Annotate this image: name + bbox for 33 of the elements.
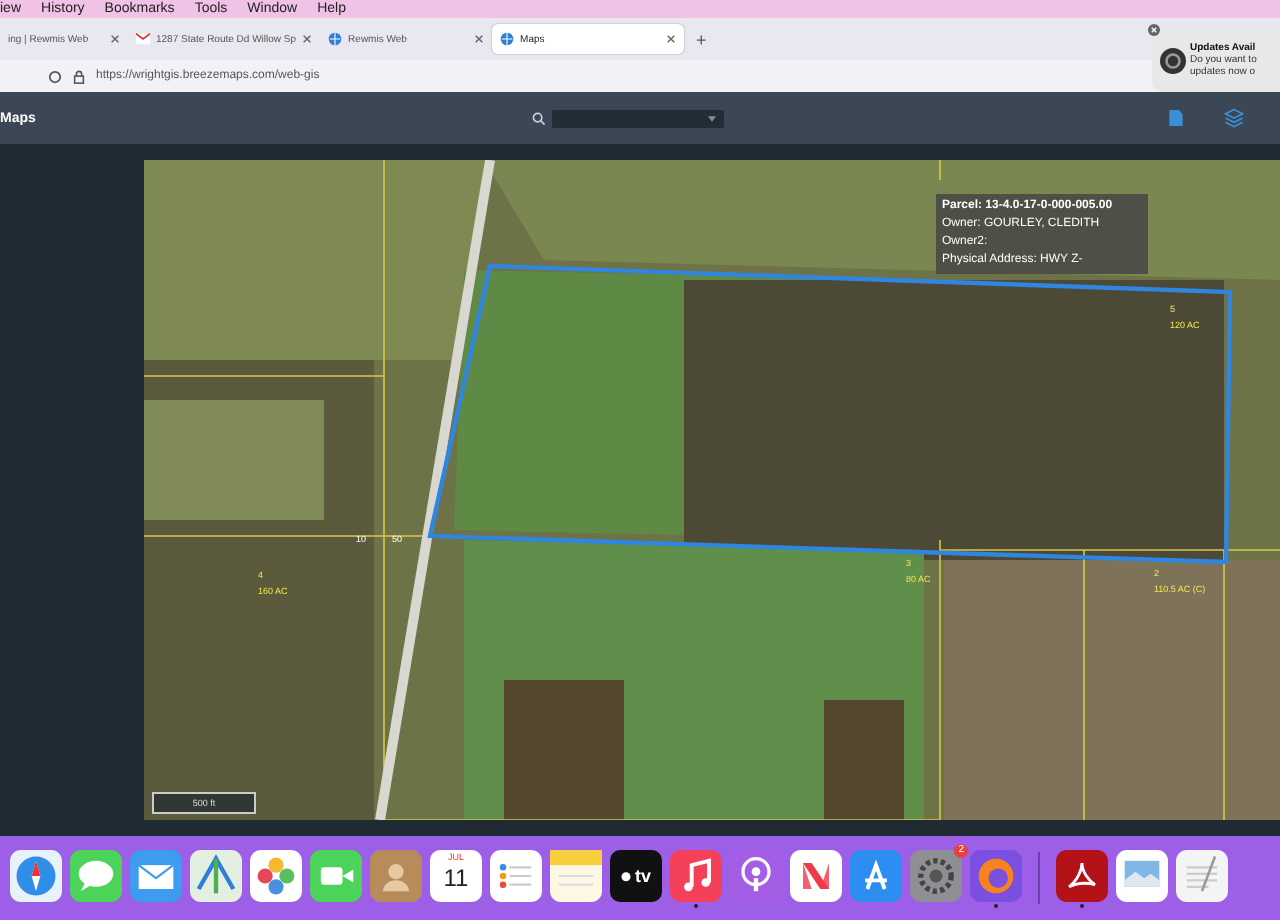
text-page-icon[interactable] xyxy=(1176,849,1228,901)
chat-bubble-icon[interactable] xyxy=(70,849,122,901)
map-icon[interactable] xyxy=(190,849,242,901)
globe-icon xyxy=(500,32,515,46)
close-icon xyxy=(474,34,485,44)
globe-icon xyxy=(328,32,343,46)
news-icon[interactable] xyxy=(790,849,842,901)
flower-icon[interactable] xyxy=(250,849,302,901)
new-tab-button[interactable]: + xyxy=(696,29,707,49)
layers-icon[interactable] xyxy=(1224,108,1244,128)
envelope-icon[interactable] xyxy=(130,849,182,901)
close-icon xyxy=(666,34,677,44)
person-card-icon[interactable] xyxy=(370,849,422,901)
mail-icon xyxy=(136,32,150,46)
lock-icon xyxy=(72,69,86,83)
close-icon xyxy=(302,34,313,44)
caret-icon xyxy=(708,115,716,121)
document-icon[interactable] xyxy=(1056,849,1108,901)
tv-app-button[interactable]: tv xyxy=(610,849,662,901)
notepad-icon[interactable] xyxy=(550,849,602,901)
calendar-day: 11 xyxy=(443,863,469,891)
document-icon[interactable] xyxy=(1168,108,1184,128)
photo-stack-icon[interactable] xyxy=(1116,849,1168,901)
search-icon[interactable] xyxy=(532,111,546,125)
compass-icon[interactable] xyxy=(10,849,62,901)
close-icon xyxy=(110,34,120,44)
music-note-icon[interactable] xyxy=(670,849,722,901)
tv-label: tv xyxy=(634,865,651,885)
podcast-icon[interactable] xyxy=(730,849,782,901)
list-icon[interactable] xyxy=(490,849,542,901)
app-store-icon[interactable] xyxy=(850,849,902,901)
close-icon[interactable] xyxy=(1148,24,1160,36)
video-camera-icon[interactable] xyxy=(310,849,362,901)
